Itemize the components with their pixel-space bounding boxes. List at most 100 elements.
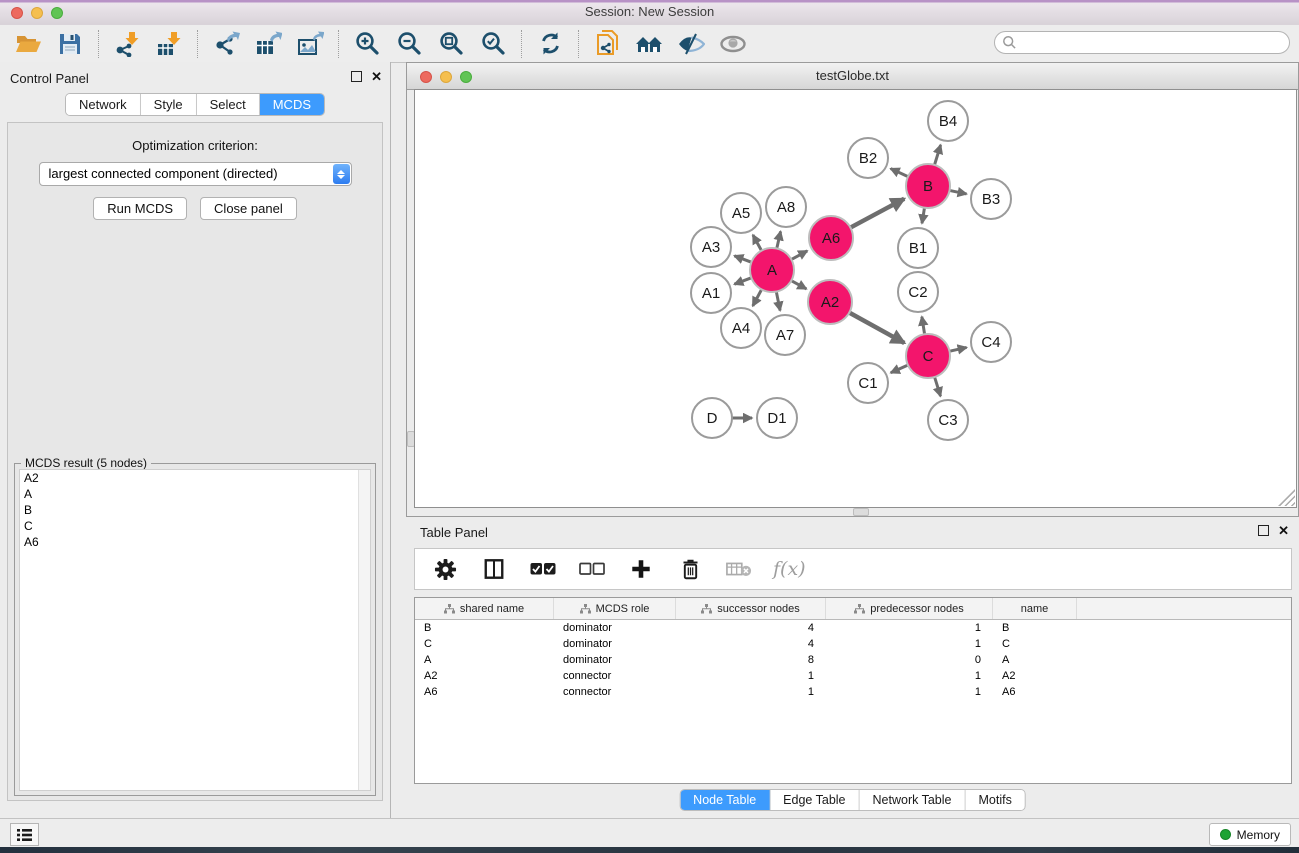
clone-network-icon[interactable] [592,29,622,59]
column-header[interactable]: MCDS role [554,598,676,619]
column-header[interactable]: successor nodes [676,598,826,619]
table-cell[interactable]: 8 [676,654,826,666]
tab-mcds[interactable]: MCDS [260,94,324,115]
graph-edge[interactable] [790,251,808,261]
graph-edge[interactable] [849,199,905,229]
table-cell[interactable]: C [415,638,554,650]
network-canvas[interactable]: B4B2BB3A5A8A6A3B1AA1C2A2A4A7C4CC1C3DD1 [414,89,1297,508]
export-table-icon[interactable] [253,29,283,59]
import-table-icon[interactable] [154,29,184,59]
graph-edge[interactable] [891,364,910,373]
table-cell[interactable]: B [415,622,554,634]
mcds-result-item[interactable]: C [20,518,370,534]
mcds-result-list[interactable]: A2ABCA6 [19,469,371,791]
level-of-detail-icon[interactable] [676,29,706,59]
table-row[interactable]: Bdominator41B [415,620,1291,636]
show-columns-icon[interactable] [479,554,509,584]
table-cell[interactable]: A [993,654,1077,666]
graph-edge[interactable] [848,312,905,343]
table-row[interactable]: Cdominator41C [415,636,1291,652]
table-cell[interactable]: A2 [415,670,554,682]
node-table[interactable]: shared nameMCDS rolesuccessor nodesprede… [414,597,1292,784]
first-neighbors-icon[interactable] [634,29,664,59]
column-header[interactable]: shared name [415,598,554,619]
table-cell[interactable]: B [993,622,1077,634]
table-row[interactable]: A6connector11A6 [415,684,1291,700]
close-window-button[interactable] [11,7,23,19]
graph-edge[interactable] [753,288,763,306]
select-all-icon[interactable] [528,554,558,584]
add-column-icon[interactable] [626,554,656,584]
table-cell[interactable]: connector [554,686,676,698]
column-header[interactable]: predecessor nodes [826,598,993,619]
table-cell[interactable]: 1 [826,670,993,682]
table-cell[interactable]: A6 [415,686,554,698]
table-cell[interactable]: dominator [554,638,676,650]
table-cell[interactable]: 1 [676,670,826,682]
close-view-button[interactable] [420,71,432,83]
run-mcds-button[interactable]: Run MCDS [93,197,187,220]
close-panel-button[interactable]: Close panel [200,197,297,220]
refresh-icon[interactable] [535,29,565,59]
close-table-panel-icon[interactable]: ✕ [1278,525,1289,536]
table-cell[interactable]: dominator [554,654,676,666]
network-window-titlebar[interactable]: testGlobe.txt [407,63,1298,90]
save-session-icon[interactable] [55,29,85,59]
float-panel-icon[interactable] [351,71,362,82]
function-builder-icon[interactable]: f(x) [773,558,806,580]
graph-edge[interactable] [734,256,753,263]
delete-column-icon[interactable] [675,554,705,584]
graph-edge[interactable] [934,145,941,167]
deselect-all-icon[interactable] [577,554,607,584]
graph-edge[interactable] [734,277,753,284]
search-field[interactable] [994,31,1290,54]
table-cell[interactable]: A6 [993,686,1077,698]
minimize-window-button[interactable] [31,7,43,19]
zoom-out-icon[interactable] [394,29,424,59]
tab-select[interactable]: Select [197,94,260,115]
zoom-window-button[interactable] [51,7,63,19]
tab-edge-table[interactable]: Edge Table [770,790,859,810]
mcds-result-item[interactable]: A6 [20,534,370,550]
birds-eye-view-icon[interactable] [718,29,748,59]
import-network-icon[interactable] [112,29,142,59]
table-cell[interactable]: 1 [676,686,826,698]
zoom-fit-icon[interactable] [436,29,466,59]
table-cell[interactable]: 4 [676,638,826,650]
export-image-icon[interactable] [295,29,325,59]
float-table-panel-icon[interactable] [1258,525,1269,536]
table-cell[interactable]: 1 [826,622,993,634]
table-cell[interactable]: 4 [676,622,826,634]
table-cell[interactable]: C [993,638,1077,650]
memory-button[interactable]: Memory [1209,823,1291,846]
table-cell[interactable]: connector [554,670,676,682]
export-network-icon[interactable] [211,29,241,59]
table-cell[interactable]: 1 [826,638,993,650]
zoom-in-icon[interactable] [352,29,382,59]
tab-style[interactable]: Style [141,94,197,115]
tab-node-table[interactable]: Node Table [680,790,770,810]
mcds-result-item[interactable]: A2 [20,470,370,486]
task-history-button[interactable] [10,823,39,846]
delete-table-icon[interactable] [724,554,754,584]
graph-edge[interactable] [934,375,941,396]
table-cell[interactable]: 0 [826,654,993,666]
close-panel-icon[interactable]: ✕ [371,71,382,82]
result-list-scrollbar[interactable] [358,470,370,790]
tab-motifs[interactable]: Motifs [965,790,1024,810]
table-row[interactable]: Adominator80A [415,652,1291,668]
zoom-view-button[interactable] [460,71,472,83]
zoom-selected-icon[interactable] [478,29,508,59]
mcds-result-item[interactable]: A [20,486,370,502]
criterion-dropdown[interactable]: largest connected component (directed) [39,162,352,186]
horizontal-splitter-handle[interactable] [853,508,869,516]
search-input[interactable] [1017,35,1271,51]
settings-gear-icon[interactable] [430,554,460,584]
table-cell[interactable]: 1 [826,686,993,698]
table-cell[interactable]: A2 [993,670,1077,682]
mcds-result-item[interactable]: B [20,502,370,518]
minimize-view-button[interactable] [440,71,452,83]
graph-edge[interactable] [891,169,910,178]
column-header[interactable]: name [993,598,1077,619]
tab-network[interactable]: Network [66,94,141,115]
